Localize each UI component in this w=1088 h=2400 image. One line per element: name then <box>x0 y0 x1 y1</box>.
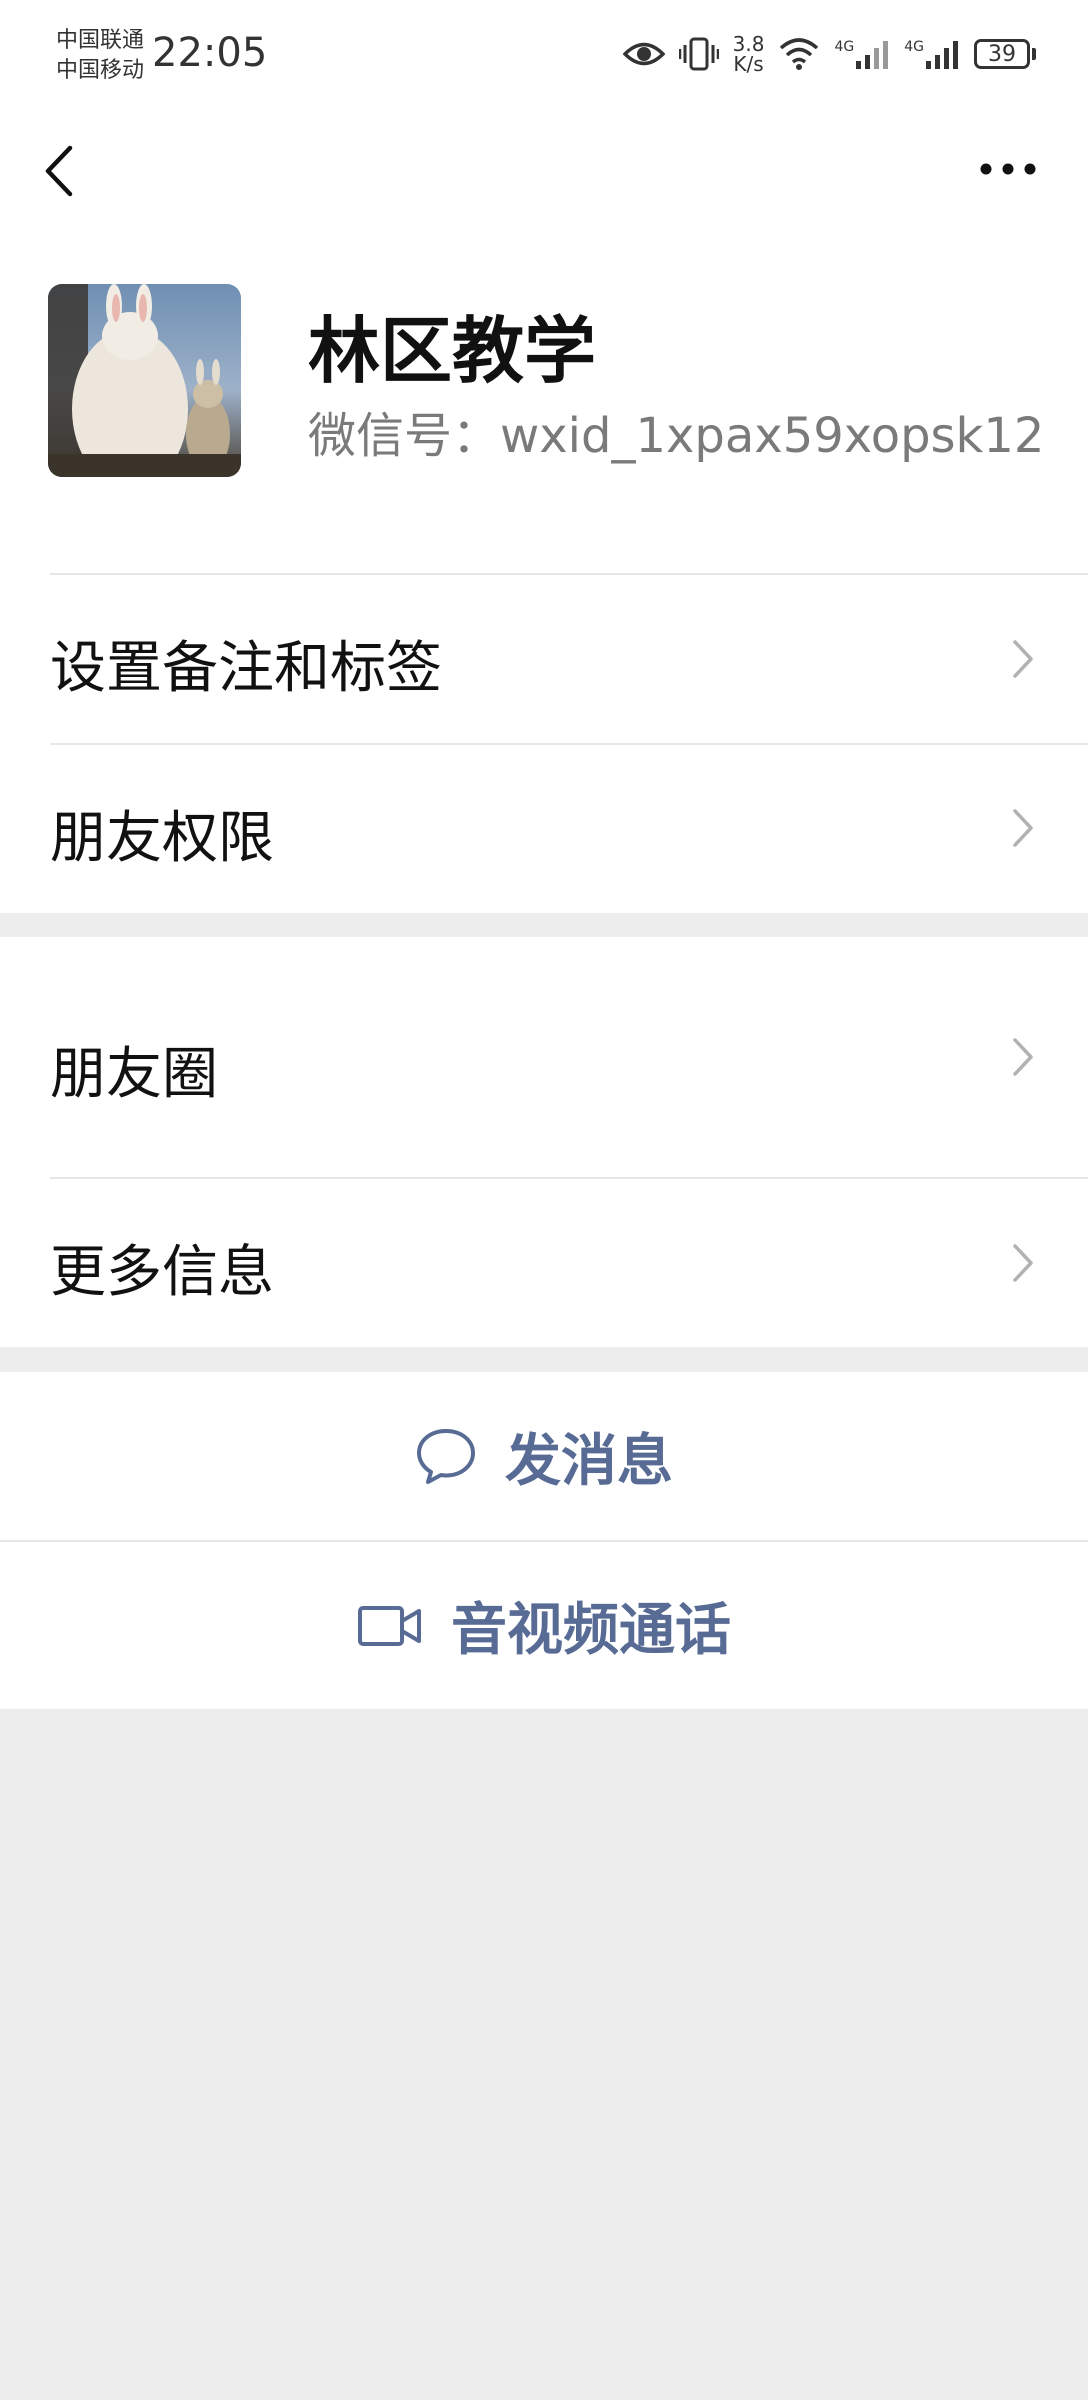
menu-item-label: 更多信息 <box>50 1240 274 1305</box>
status-icons: 3.8 K/s 4G 4G 39 <box>622 34 1036 74</box>
net-speed-unit: K/s <box>733 52 764 76</box>
menu-item-remarks-tags[interactable]: 设置备注和标签 <box>0 573 1088 743</box>
avatar[interactable] <box>48 284 241 477</box>
chevron-right-icon <box>1013 1038 1033 1076</box>
net-speed-value: 3.8 <box>732 32 765 56</box>
carrier-labels: 中国联通 中国移动 <box>56 26 144 86</box>
signal-icon-2: 4G <box>904 39 960 69</box>
menu-item-more-info[interactable]: 更多信息 <box>0 1177 1088 1347</box>
battery-level: 39 <box>988 41 1016 67</box>
eye-icon <box>622 42 665 66</box>
status-bar: 中国联通 中国移动 22:05 3.8 K/s 4G 4G 39 <box>0 0 1088 118</box>
divider <box>50 573 1088 575</box>
more-button[interactable] <box>978 154 1038 184</box>
vibrate-icon <box>678 37 719 71</box>
av-call-button[interactable]: 音视频通话 <box>0 1540 1088 1709</box>
net-speed: 3.8 K/s <box>733 34 765 74</box>
av-call-label: 音视频通话 <box>451 1598 731 1663</box>
chevron-left-icon <box>45 145 73 197</box>
menu-item-label: 设置备注和标签 <box>50 636 442 701</box>
divider <box>50 1177 1088 1179</box>
signal-icon: 4G <box>834 39 890 69</box>
status-time: 22:05 <box>152 30 268 76</box>
nav-bar <box>0 118 1088 228</box>
contact-name: 林区教学 <box>308 309 597 393</box>
network-type-1: 4G <box>834 39 855 55</box>
chat-bubble-icon <box>417 1429 475 1484</box>
profile-header: 林区教学 微信号：wxid_1xpax59xopsk12 <box>0 228 1088 573</box>
chevron-right-icon <box>1013 809 1033 847</box>
avatar-image <box>48 284 241 477</box>
chevron-right-icon <box>1013 1244 1033 1282</box>
network-type-2: 4G <box>904 39 924 55</box>
back-button[interactable] <box>40 136 80 206</box>
carrier-1: 中国联通 <box>56 28 145 53</box>
battery-icon: 39 <box>974 39 1036 69</box>
menu-item-label: 朋友圈 <box>50 1042 218 1107</box>
send-message-button[interactable]: 发消息 <box>0 1372 1088 1540</box>
carrier-2: 中国移动 <box>56 58 145 83</box>
wifi-icon <box>780 38 819 70</box>
wechat-id: 微信号：wxid_1xpax59xopsk12 <box>308 408 1045 464</box>
chevron-right-icon <box>1013 640 1033 678</box>
video-camera-icon <box>358 1605 421 1646</box>
menu-item-label: 朋友权限 <box>50 806 274 871</box>
more-horizontal-icon <box>980 163 1036 175</box>
send-message-label: 发消息 <box>505 1428 673 1494</box>
menu-item-moments[interactable]: 朋友圈 <box>0 937 1088 1177</box>
menu-item-friend-permissions[interactable]: 朋友权限 <box>0 743 1088 913</box>
divider <box>50 743 1088 745</box>
